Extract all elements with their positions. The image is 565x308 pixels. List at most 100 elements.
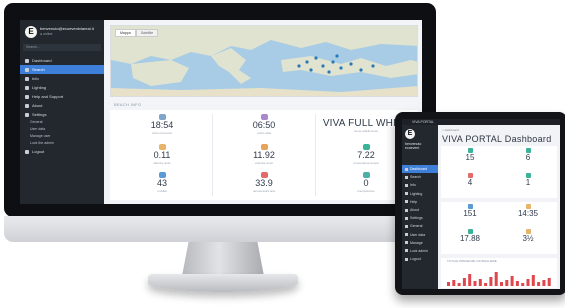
sidebar-item-help[interactable]: Help and Support: [20, 92, 104, 101]
sidebar-item-about[interactable]: About: [20, 101, 104, 110]
tile-value: 11.92: [253, 150, 275, 160]
map-panel[interactable]: Mappa Satellite: [110, 25, 418, 97]
attendance-bar: [468, 274, 472, 286]
stat-tile: 14:35: [499, 203, 557, 218]
sidebar-menu: Dashboard Search Info Lighting Help and …: [20, 56, 104, 156]
sidebar-item-settings[interactable]: Settings: [402, 214, 438, 222]
stat-tile: 1: [499, 172, 557, 187]
help-icon: [405, 200, 408, 204]
stat-tile: 15: [441, 147, 499, 162]
sidebar-item-info[interactable]: Info: [402, 181, 438, 189]
section-title: BEACH INFO: [114, 102, 142, 107]
tile-sunset: 18:54 orario tramonto: [112, 112, 212, 140]
stat-tile: 6: [499, 147, 557, 162]
attendance-bars: [447, 272, 551, 286]
about-icon: [405, 208, 408, 212]
tab-satellite[interactable]: Satellite: [135, 29, 159, 37]
monitor-chin: [4, 216, 436, 242]
attendance-bar: [494, 272, 498, 286]
stats-panel-bottom: 151 14:35 17.88 3½: [441, 202, 557, 254]
sidebar-item-info[interactable]: Info: [20, 74, 104, 83]
tile-value: 43: [156, 178, 167, 188]
info-icon: [405, 183, 408, 187]
sidebar-item-dashboard[interactable]: Dashboard: [20, 56, 104, 65]
beach-info-grid: 18:54 orario tramonto 06:50 orario alba …: [110, 110, 418, 200]
sidebar-item-logout[interactable]: Logout: [20, 147, 104, 156]
tile-value: 18:54: [150, 120, 174, 130]
stat-value: 4: [467, 178, 473, 187]
tab-map[interactable]: Mappa: [115, 29, 136, 37]
tablet-menu: Dashboard Search Info Lighting Help Abou…: [402, 165, 438, 263]
sidebar-subitem-general[interactable]: General: [402, 222, 438, 230]
monitor-stand-neck: [182, 242, 264, 276]
users-icon: [405, 241, 408, 245]
attendance-bar: [478, 279, 482, 286]
stat-value: 1: [525, 178, 531, 187]
tile-wind: 11.92 velocità vento: [214, 142, 314, 170]
general-icon: [405, 224, 408, 228]
sidebar-item-lighting[interactable]: Lighting: [402, 190, 438, 198]
app-logo[interactable]: E: [405, 129, 415, 139]
main-content: Mappa Satellite BEACH INFO 18:54 orario …: [104, 20, 422, 204]
sidebar-subitem-manage-user[interactable]: Manage user: [20, 133, 104, 140]
sidebar-subitem-manage[interactable]: Manage: [402, 239, 438, 247]
stats-panel-top: 15 6 4 1: [441, 146, 557, 198]
user-email: benvenuto@ecoeventviareal.it: [40, 26, 94, 31]
divider: [212, 114, 213, 196]
tile-label: velocità vento: [254, 161, 274, 165]
attendance-bar: [515, 281, 519, 286]
gear-icon: [25, 112, 29, 117]
tile-label: umidità: [157, 189, 167, 193]
attendance-bar: [489, 277, 493, 286]
tablet-sidebar: E benvenuto ecoevent Dashboard Search Inf…: [402, 125, 438, 289]
tile-humidity: 43 umidità: [112, 170, 212, 198]
sidebar-subitem-user-data[interactable]: User data: [402, 231, 438, 239]
logout-icon: [405, 257, 408, 261]
attendance-bar: [452, 280, 456, 286]
sidebar-subitem-user-data[interactable]: User data: [20, 126, 104, 133]
tile-label: altezza onde: [153, 161, 171, 165]
tablet-frame: VIVA PORTAL E benvenuto ecoevent Dashboar…: [395, 112, 565, 295]
stat-value: 3½: [522, 234, 534, 243]
page-title: VIVA PORTAL Dashboard: [442, 134, 552, 144]
tile-waves: 0.11 altezza onde: [112, 142, 212, 170]
user-icon: [405, 233, 408, 237]
tile-air-temp: 33.9 temperatura aria: [214, 170, 314, 198]
sidebar-item-dashboard[interactable]: Dashboard: [402, 165, 438, 174]
sidebar-subitem-lock-admin[interactable]: Lock the admin: [20, 140, 104, 147]
sidebar-item-help[interactable]: Help: [402, 198, 438, 206]
attendance-bar: [531, 275, 535, 286]
attendance-bar: [484, 283, 488, 286]
help-icon: [25, 94, 29, 99]
stat-tile: 4: [441, 172, 499, 187]
sidebar-item-logout[interactable]: Logout: [402, 255, 438, 263]
tablet-screen: VIVA PORTAL E benvenuto ecoevent Dashboar…: [402, 119, 560, 289]
attendance-bar: [457, 283, 461, 286]
sidebar-item-search[interactable]: Search: [20, 65, 104, 74]
sidebar-item-lighting[interactable]: Lighting: [20, 83, 104, 92]
stat-value: 151: [463, 209, 477, 218]
map-type-tabs: Mappa Satellite: [115, 29, 159, 37]
sidebar-item-settings[interactable]: Settings: [20, 110, 104, 119]
sidebar-subitem-general[interactable]: General: [20, 119, 104, 126]
attendance-bar: [505, 280, 509, 286]
app-logo[interactable]: E: [25, 26, 37, 38]
stat-tile: 17.88: [441, 228, 499, 243]
attendance-bar: [473, 281, 477, 286]
attendance-bar: [521, 283, 525, 286]
stat-tile: 151: [441, 203, 499, 218]
attendance-bar: [542, 280, 546, 286]
sidebar-search-input[interactable]: Search...: [23, 44, 101, 51]
attendance-bar: [462, 278, 466, 286]
attendance-bar: [537, 282, 541, 286]
gear-icon: [405, 216, 408, 220]
sidebar-item-about[interactable]: About: [402, 206, 438, 214]
lock-icon: [405, 249, 408, 253]
sidebar-subitem-lock[interactable]: Lock admin: [402, 247, 438, 255]
breadcrumb[interactable]: < dashboard: [442, 128, 459, 132]
bulb-icon: [405, 192, 408, 196]
sidebar-item-search[interactable]: Search: [402, 173, 438, 181]
tile-label: temperatura aria: [252, 189, 275, 193]
stat-tile: 3½: [499, 228, 557, 243]
device-mockup: E benvenuto@ecoeventviareal.it ● online …: [0, 0, 565, 308]
